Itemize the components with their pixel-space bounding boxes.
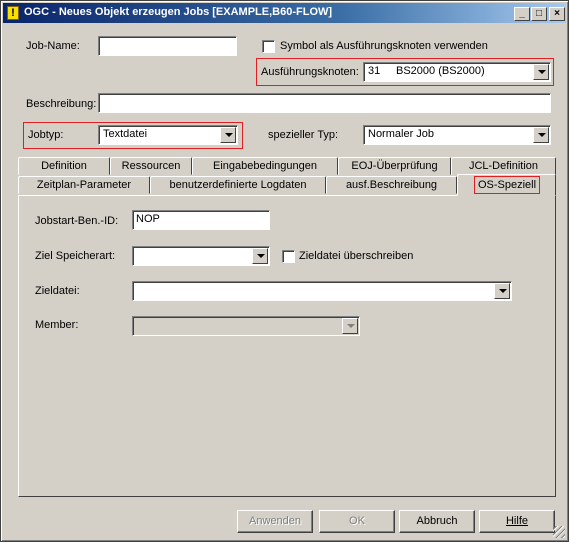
- help-button[interactable]: Hilfe: [479, 510, 555, 533]
- tab-os-speziell-label: OS-Speziell: [474, 176, 540, 194]
- chevron-down-icon: [257, 254, 265, 258]
- chevron-down-icon: [538, 70, 546, 74]
- minimize-button[interactable]: _: [514, 7, 530, 21]
- help-button-label: Hilfe: [505, 515, 528, 527]
- chevron-down-icon: [225, 133, 233, 137]
- tab-ausf-beschreibung[interactable]: ausf.Beschreibung: [326, 176, 457, 194]
- close-button[interactable]: ×: [549, 7, 565, 21]
- jobname-label: Job-Name:: [26, 40, 80, 52]
- tab-definition[interactable]: Definition: [18, 157, 110, 175]
- target-file-select[interactable]: [132, 281, 512, 301]
- storage-label: Ziel Speicherart:: [35, 250, 116, 262]
- window-title: OGC - Neues Objekt erzeugen Jobs [EXAMPL…: [24, 6, 333, 18]
- chevron-down-icon: [499, 289, 507, 293]
- ok-button[interactable]: OK: [319, 510, 395, 533]
- chevron-down-icon: [347, 324, 355, 328]
- jobstart-input[interactable]: NOP: [132, 210, 270, 230]
- chevron-down-icon: [538, 133, 546, 137]
- os-speziell-panel: Jobstart-Ben.-ID: NOP Ziel Speicherart: …: [18, 195, 556, 497]
- special-type-dropdown-button[interactable]: [533, 127, 549, 143]
- member-label: Member:: [35, 319, 79, 331]
- jobstart-label: Jobstart-Ben.-ID:: [35, 215, 119, 227]
- app-icon: !: [7, 6, 19, 20]
- overwrite-label: Zieldatei überschreiben: [299, 250, 414, 262]
- tab-eingabebedingungen[interactable]: Eingabebedingungen: [192, 157, 338, 175]
- special-type-select[interactable]: Normaler Job: [363, 125, 551, 145]
- jobtype-select[interactable]: Textdatei: [98, 125, 238, 145]
- jobtype-label: Jobtyp:: [28, 129, 64, 141]
- maximize-button[interactable]: □: [531, 7, 547, 21]
- node-value: BS2000 (BS2000): [396, 65, 485, 77]
- jobtype-dropdown-button[interactable]: [220, 127, 236, 143]
- storage-select[interactable]: [132, 246, 270, 266]
- tab-jcl-definition[interactable]: JCL-Definition: [451, 157, 556, 175]
- symbol-checkbox[interactable]: [262, 40, 275, 53]
- special-type-value: Normaler Job: [368, 128, 435, 140]
- overwrite-checkbox[interactable]: [282, 250, 295, 263]
- storage-dropdown-button[interactable]: [252, 248, 268, 264]
- node-number: 31: [368, 65, 381, 77]
- description-input[interactable]: [98, 93, 551, 113]
- target-file-dropdown-button[interactable]: [494, 283, 510, 299]
- target-file-label: Zieldatei:: [35, 285, 80, 297]
- tab-benutzerdefinierte-logdaten[interactable]: benutzerdefinierte Logdaten: [150, 176, 326, 194]
- node-select[interactable]: 31 BS2000 (BS2000): [363, 62, 551, 82]
- apply-button[interactable]: Anwenden: [237, 510, 313, 533]
- tab-os-speziell[interactable]: OS-Speziell: [457, 174, 556, 196]
- node-dropdown-button[interactable]: [533, 64, 549, 80]
- member-dropdown-button: [342, 318, 358, 334]
- symbol-checkbox-label: Symbol als Ausführungsknoten verwenden: [280, 40, 488, 52]
- special-type-label: spezieller Typ:: [268, 129, 339, 141]
- member-select: [132, 316, 360, 336]
- tab-eoj-ueberpruefung[interactable]: EOJ-Überprüfung: [338, 157, 451, 175]
- resize-grip-icon[interactable]: [553, 526, 565, 538]
- dialog-window: ! OGC - Neues Objekt erzeugen Jobs [EXAM…: [0, 0, 569, 542]
- jobname-input[interactable]: [98, 36, 237, 56]
- title-bar[interactable]: ! OGC - Neues Objekt erzeugen Jobs [EXAM…: [3, 3, 566, 23]
- jobtype-value: Textdatei: [103, 128, 148, 140]
- cancel-button[interactable]: Abbruch: [399, 510, 475, 533]
- description-label: Beschreibung:: [26, 98, 97, 110]
- node-label: Ausführungsknoten:: [261, 66, 359, 78]
- tab-zeitplan-parameter[interactable]: Zeitplan-Parameter: [18, 176, 150, 194]
- tab-ressourcen[interactable]: Ressourcen: [110, 157, 192, 175]
